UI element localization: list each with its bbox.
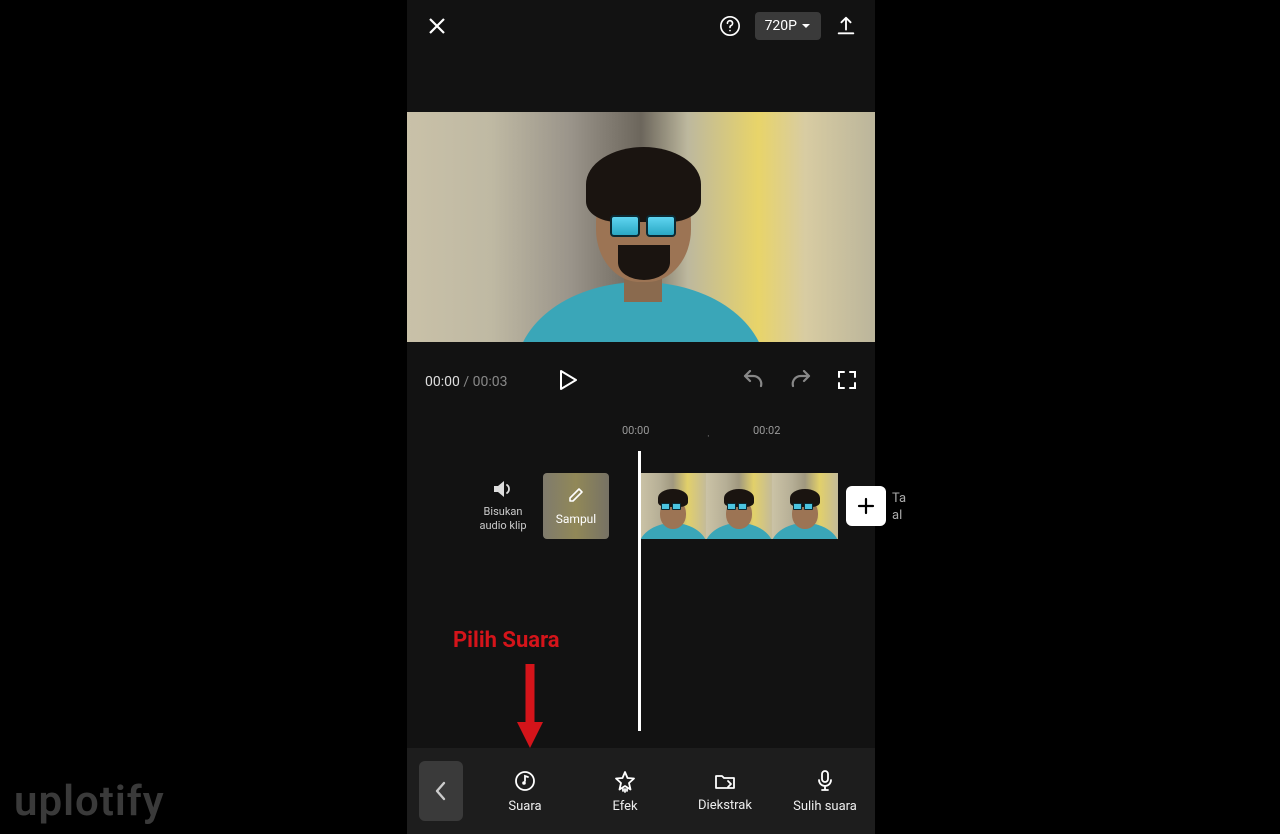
annotation-text: Pilih Suara <box>453 628 560 653</box>
redo-icon <box>789 370 813 390</box>
undo-button[interactable] <box>741 370 765 394</box>
mute-label-1: Bisukan <box>467 505 539 519</box>
video-clip[interactable]: Ta al <box>640 473 906 539</box>
ruler-dot: · <box>707 430 710 443</box>
tool-label: Sulih suara <box>793 799 857 814</box>
resolution-label: 720P <box>765 18 797 34</box>
fullscreen-button[interactable] <box>837 370 857 394</box>
speaker-icon <box>492 479 514 499</box>
clip-frame <box>640 473 706 539</box>
fullscreen-icon <box>837 370 857 390</box>
watermark: uplotify <box>14 777 165 826</box>
clip-frame <box>706 473 772 539</box>
tool-label: Diekstrak <box>698 798 752 813</box>
tail-text: Ta al <box>892 491 906 539</box>
resolution-button[interactable]: 720P <box>755 12 821 40</box>
preview-subject <box>536 122 746 342</box>
export-button[interactable] <box>835 15 857 37</box>
tool-sulih-suara[interactable]: Sulih suara <box>775 769 875 814</box>
back-button[interactable] <box>419 761 463 821</box>
playback-controls: 00:00 / 00:03 <box>407 342 875 422</box>
mute-audio-button[interactable]: Bisukan audio klip <box>467 479 539 534</box>
close-button[interactable] <box>425 14 449 38</box>
microphone-icon <box>815 769 835 793</box>
duration-time: 00:03 <box>473 374 508 390</box>
plus-icon <box>856 496 876 516</box>
topbar: 720P <box>407 0 875 52</box>
tool-label: Efek <box>612 799 637 814</box>
clip-frame <box>772 473 838 539</box>
ruler-tick-0: 00:00 <box>622 424 649 437</box>
cover-button[interactable]: Sampul <box>543 473 609 539</box>
time-separator: / <box>460 374 473 390</box>
star-icon <box>613 769 637 793</box>
mute-label-2: audio klip <box>467 519 539 533</box>
time-display: 00:00 / 00:03 <box>425 374 507 390</box>
annotation-arrow-icon <box>515 660 545 750</box>
help-button[interactable] <box>719 15 741 37</box>
current-time: 00:00 <box>425 374 460 390</box>
play-button[interactable] <box>557 368 579 396</box>
timeline-ruler[interactable]: 00:00 · 00:02 <box>407 422 875 446</box>
tool-diekstrak[interactable]: Diekstrak <box>675 770 775 813</box>
folder-icon <box>713 770 737 792</box>
cover-label: Sampul <box>556 512 596 526</box>
tool-efek[interactable]: Efek <box>575 769 675 814</box>
export-icon <box>835 15 857 37</box>
pencil-icon <box>567 486 585 504</box>
add-clip-button[interactable] <box>846 486 886 526</box>
tool-suara[interactable]: Suara <box>475 769 575 814</box>
timeline-row: Bisukan audio klip Sampul Ta al <box>407 446 875 566</box>
bottom-toolbar: Suara Efek Diekstrak Sulih suara <box>407 748 875 834</box>
redo-button[interactable] <box>789 370 813 394</box>
music-note-icon <box>513 769 537 793</box>
video-editor-screen: 720P 00:00 / 00:03 <box>407 0 875 834</box>
chevron-down-icon <box>801 21 811 31</box>
play-icon <box>557 368 579 392</box>
video-preview[interactable] <box>407 112 875 342</box>
playhead[interactable] <box>638 451 641 731</box>
undo-icon <box>741 370 765 390</box>
ruler-tick-1: 00:02 <box>753 424 780 437</box>
close-icon <box>425 14 449 38</box>
tool-label: Suara <box>508 799 541 814</box>
chevron-left-icon <box>434 780 448 802</box>
help-icon <box>719 15 741 37</box>
